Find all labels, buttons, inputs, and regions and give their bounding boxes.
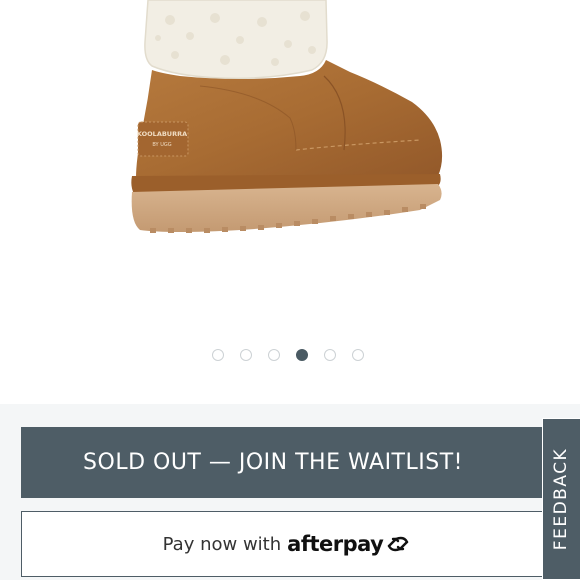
carousel-dot-5[interactable] <box>324 349 336 361</box>
carousel-dot-2[interactable] <box>240 349 252 361</box>
feedback-label: FEEDBACK <box>551 447 572 551</box>
brand-label: KOOLABURRA <box>137 130 187 138</box>
afterpay-button[interactable]: Pay now with afterpay <box>21 511 553 577</box>
afterpay-wordmark: afterpay <box>287 532 384 556</box>
join-waitlist-button[interactable]: SOLD OUT — JOIN THE WAITLIST! <box>21 427 559 498</box>
carousel-dot-6[interactable] <box>352 349 364 361</box>
pay-now-label: Pay now with <box>162 533 282 555</box>
feedback-tab[interactable]: FEEDBACK <box>542 418 580 580</box>
waitlist-button-label: SOLD OUT — JOIN THE WAITLIST! <box>83 450 463 475</box>
product-page: KOOLABURRA BY UGG SOLD OUT — JOIN THE WA… <box>0 0 580 580</box>
carousel-dot-1[interactable] <box>212 349 224 361</box>
afterpay-logo: afterpay <box>287 532 411 556</box>
brand-sub-label: BY UGG <box>152 142 171 148</box>
afterpay-arrows-icon <box>388 536 409 552</box>
carousel-dot-4[interactable] <box>296 349 308 361</box>
carousel-dot-3[interactable] <box>268 349 280 361</box>
boot-illustration: KOOLABURRA BY UGG <box>131 0 443 233</box>
carousel-dots <box>0 349 580 365</box>
product-image[interactable]: KOOLABURRA BY UGG <box>0 0 580 340</box>
